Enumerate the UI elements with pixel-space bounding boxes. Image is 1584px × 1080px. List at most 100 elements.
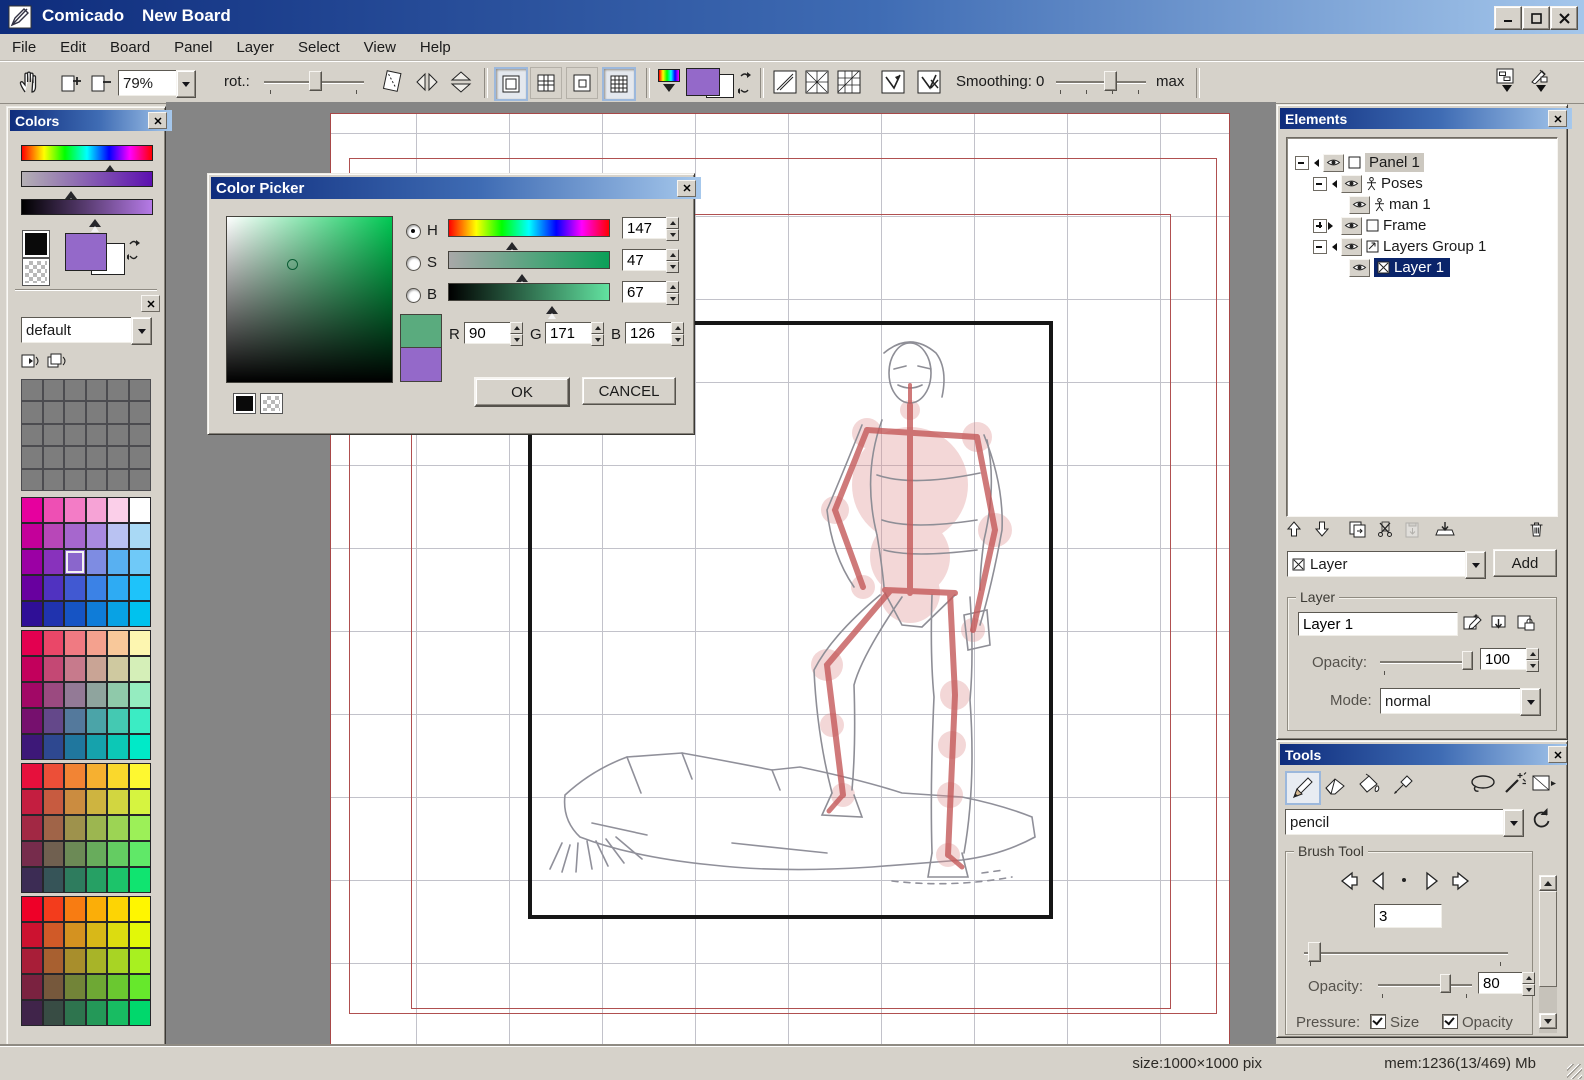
elements-panel-titlebar[interactable]: Elements: [1280, 108, 1572, 129]
palette-swatch[interactable]: [129, 922, 151, 948]
palette-swatch[interactable]: [43, 575, 65, 601]
palette-preset-select[interactable]: default: [21, 317, 139, 343]
layer-opacity-slider[interactable]: [1380, 646, 1472, 676]
palette-swatch[interactable]: [64, 497, 86, 523]
palette-section-close-icon[interactable]: [141, 295, 160, 312]
tree-item-panel1[interactable]: Panel 1: [1295, 152, 1424, 173]
sv-gradient-square[interactable]: [226, 216, 393, 383]
palette-swatch[interactable]: [107, 549, 129, 575]
palette-swatch[interactable]: [43, 497, 65, 523]
custom-swatch[interactable]: [43, 446, 65, 468]
palette-swatch[interactable]: [86, 974, 108, 1000]
custom-swatch[interactable]: [21, 469, 43, 491]
elements-panel-close-icon[interactable]: [1548, 110, 1567, 127]
tree-item-layers-group1[interactable]: Layers Group 1: [1313, 236, 1486, 257]
red-value-field[interactable]: [464, 322, 514, 344]
colors-panel-close-icon[interactable]: [148, 112, 167, 129]
palette-swatch[interactable]: [21, 630, 43, 656]
palette-swatch[interactable]: [129, 575, 151, 601]
zoom-out-icon[interactable]: [88, 70, 114, 94]
palette-swatch[interactable]: [43, 1000, 65, 1026]
pressure-size-checkbox[interactable]: [1370, 1014, 1386, 1029]
transform-tool-button[interactable]: [1531, 772, 1557, 794]
custom-swatch[interactable]: [64, 469, 86, 491]
tree-item-frame[interactable]: Frame: [1313, 215, 1426, 236]
menu-edit[interactable]: Edit: [48, 34, 98, 60]
custom-swatch[interactable]: [129, 469, 151, 491]
palette-swatch[interactable]: [86, 656, 108, 682]
view-dense-grid-button[interactable]: [602, 67, 636, 101]
palette-swatch[interactable]: [129, 763, 151, 789]
palette-swatch[interactable]: [43, 601, 65, 627]
layer-merge-icon[interactable]: [1490, 614, 1510, 632]
view-grid-button[interactable]: [530, 67, 562, 99]
palette-swatch[interactable]: [43, 763, 65, 789]
brush-preset-select[interactable]: pencil: [1285, 809, 1511, 835]
picker-brightness-marker[interactable]: [546, 300, 558, 314]
hue-radio[interactable]: [406, 224, 421, 239]
layer-opacity-field[interactable]: [1480, 648, 1530, 670]
guide-grid-perspective-icon[interactable]: [836, 69, 862, 95]
visibility-eye-icon[interactable]: [1349, 259, 1370, 277]
rotate-page-icon[interactable]: [378, 68, 406, 96]
custom-swatch[interactable]: [129, 446, 151, 468]
palette-swatch[interactable]: [64, 630, 86, 656]
palette-swatch[interactable]: [43, 974, 65, 1000]
palette-swatch[interactable]: [21, 734, 43, 760]
picker-hue-bar[interactable]: [448, 219, 610, 237]
palette-swatch[interactable]: [43, 922, 65, 948]
menu-select[interactable]: Select: [286, 34, 352, 60]
palette-swatch[interactable]: [86, 948, 108, 974]
brightness-marker[interactable]: [89, 213, 101, 227]
colors-panel-titlebar[interactable]: Colors: [10, 110, 172, 131]
palette-swatch[interactable]: [107, 841, 129, 867]
custom-swatch[interactable]: [86, 446, 108, 468]
custom-swatch[interactable]: [21, 446, 43, 468]
menu-view[interactable]: View: [352, 34, 408, 60]
zoom-in-icon[interactable]: [58, 70, 84, 94]
palette-swatch[interactable]: [21, 601, 43, 627]
maximize-button[interactable]: [1522, 6, 1550, 30]
refresh-icon[interactable]: [1531, 807, 1553, 831]
color-dropper-icon[interactable]: [658, 69, 680, 95]
hue-spinner[interactable]: [666, 217, 679, 241]
palette-swatch[interactable]: [107, 601, 129, 627]
palette-swatch[interactable]: [129, 974, 151, 1000]
picker-saturation-bar[interactable]: [448, 251, 610, 269]
tree-item-layer1[interactable]: Layer 1: [1349, 257, 1450, 278]
palette-swatch[interactable]: [107, 656, 129, 682]
smoothing-slider[interactable]: [1056, 62, 1146, 102]
palette-swatch[interactable]: [86, 815, 108, 841]
palette-swatch[interactable]: [129, 815, 151, 841]
custom-swatch[interactable]: [86, 379, 108, 401]
palette-swatch[interactable]: [86, 763, 108, 789]
palette-swatch[interactable]: [64, 523, 86, 549]
palette-swatch[interactable]: [107, 682, 129, 708]
palette-swatch[interactable]: [129, 630, 151, 656]
palette-swatch[interactable]: [21, 549, 43, 575]
blue-value-field[interactable]: [625, 322, 675, 344]
custom-swatch[interactable]: [129, 379, 151, 401]
palette-swatch[interactable]: [107, 523, 129, 549]
saturation-value-field[interactable]: [622, 249, 670, 271]
hand-tool-button[interactable]: [14, 68, 44, 96]
palette-swatch[interactable]: [21, 948, 43, 974]
move-up-icon[interactable]: [1287, 521, 1301, 537]
current-color-swatch[interactable]: [65, 233, 107, 271]
custom-swatch[interactable]: [21, 379, 43, 401]
palette-swatch[interactable]: [21, 867, 43, 893]
saturation-spinner[interactable]: [666, 249, 679, 273]
expand-toggle-icon[interactable]: [1313, 219, 1327, 233]
visibility-eye-icon[interactable]: [1323, 154, 1344, 172]
palette-swatch[interactable]: [64, 922, 86, 948]
magic-wand-tool-button[interactable]: [1503, 771, 1527, 795]
copy-icon[interactable]: [1349, 521, 1367, 538]
custom-swatch[interactable]: [64, 446, 86, 468]
palette-swatch[interactable]: [64, 815, 86, 841]
menu-help[interactable]: Help: [408, 34, 463, 60]
scroll-thumb[interactable]: [1539, 891, 1557, 987]
palette-swatch[interactable]: [64, 734, 86, 760]
palette-swatch[interactable]: [86, 708, 108, 734]
palette-swatch[interactable]: [64, 575, 86, 601]
lasso-tool-button[interactable]: [1469, 773, 1497, 795]
